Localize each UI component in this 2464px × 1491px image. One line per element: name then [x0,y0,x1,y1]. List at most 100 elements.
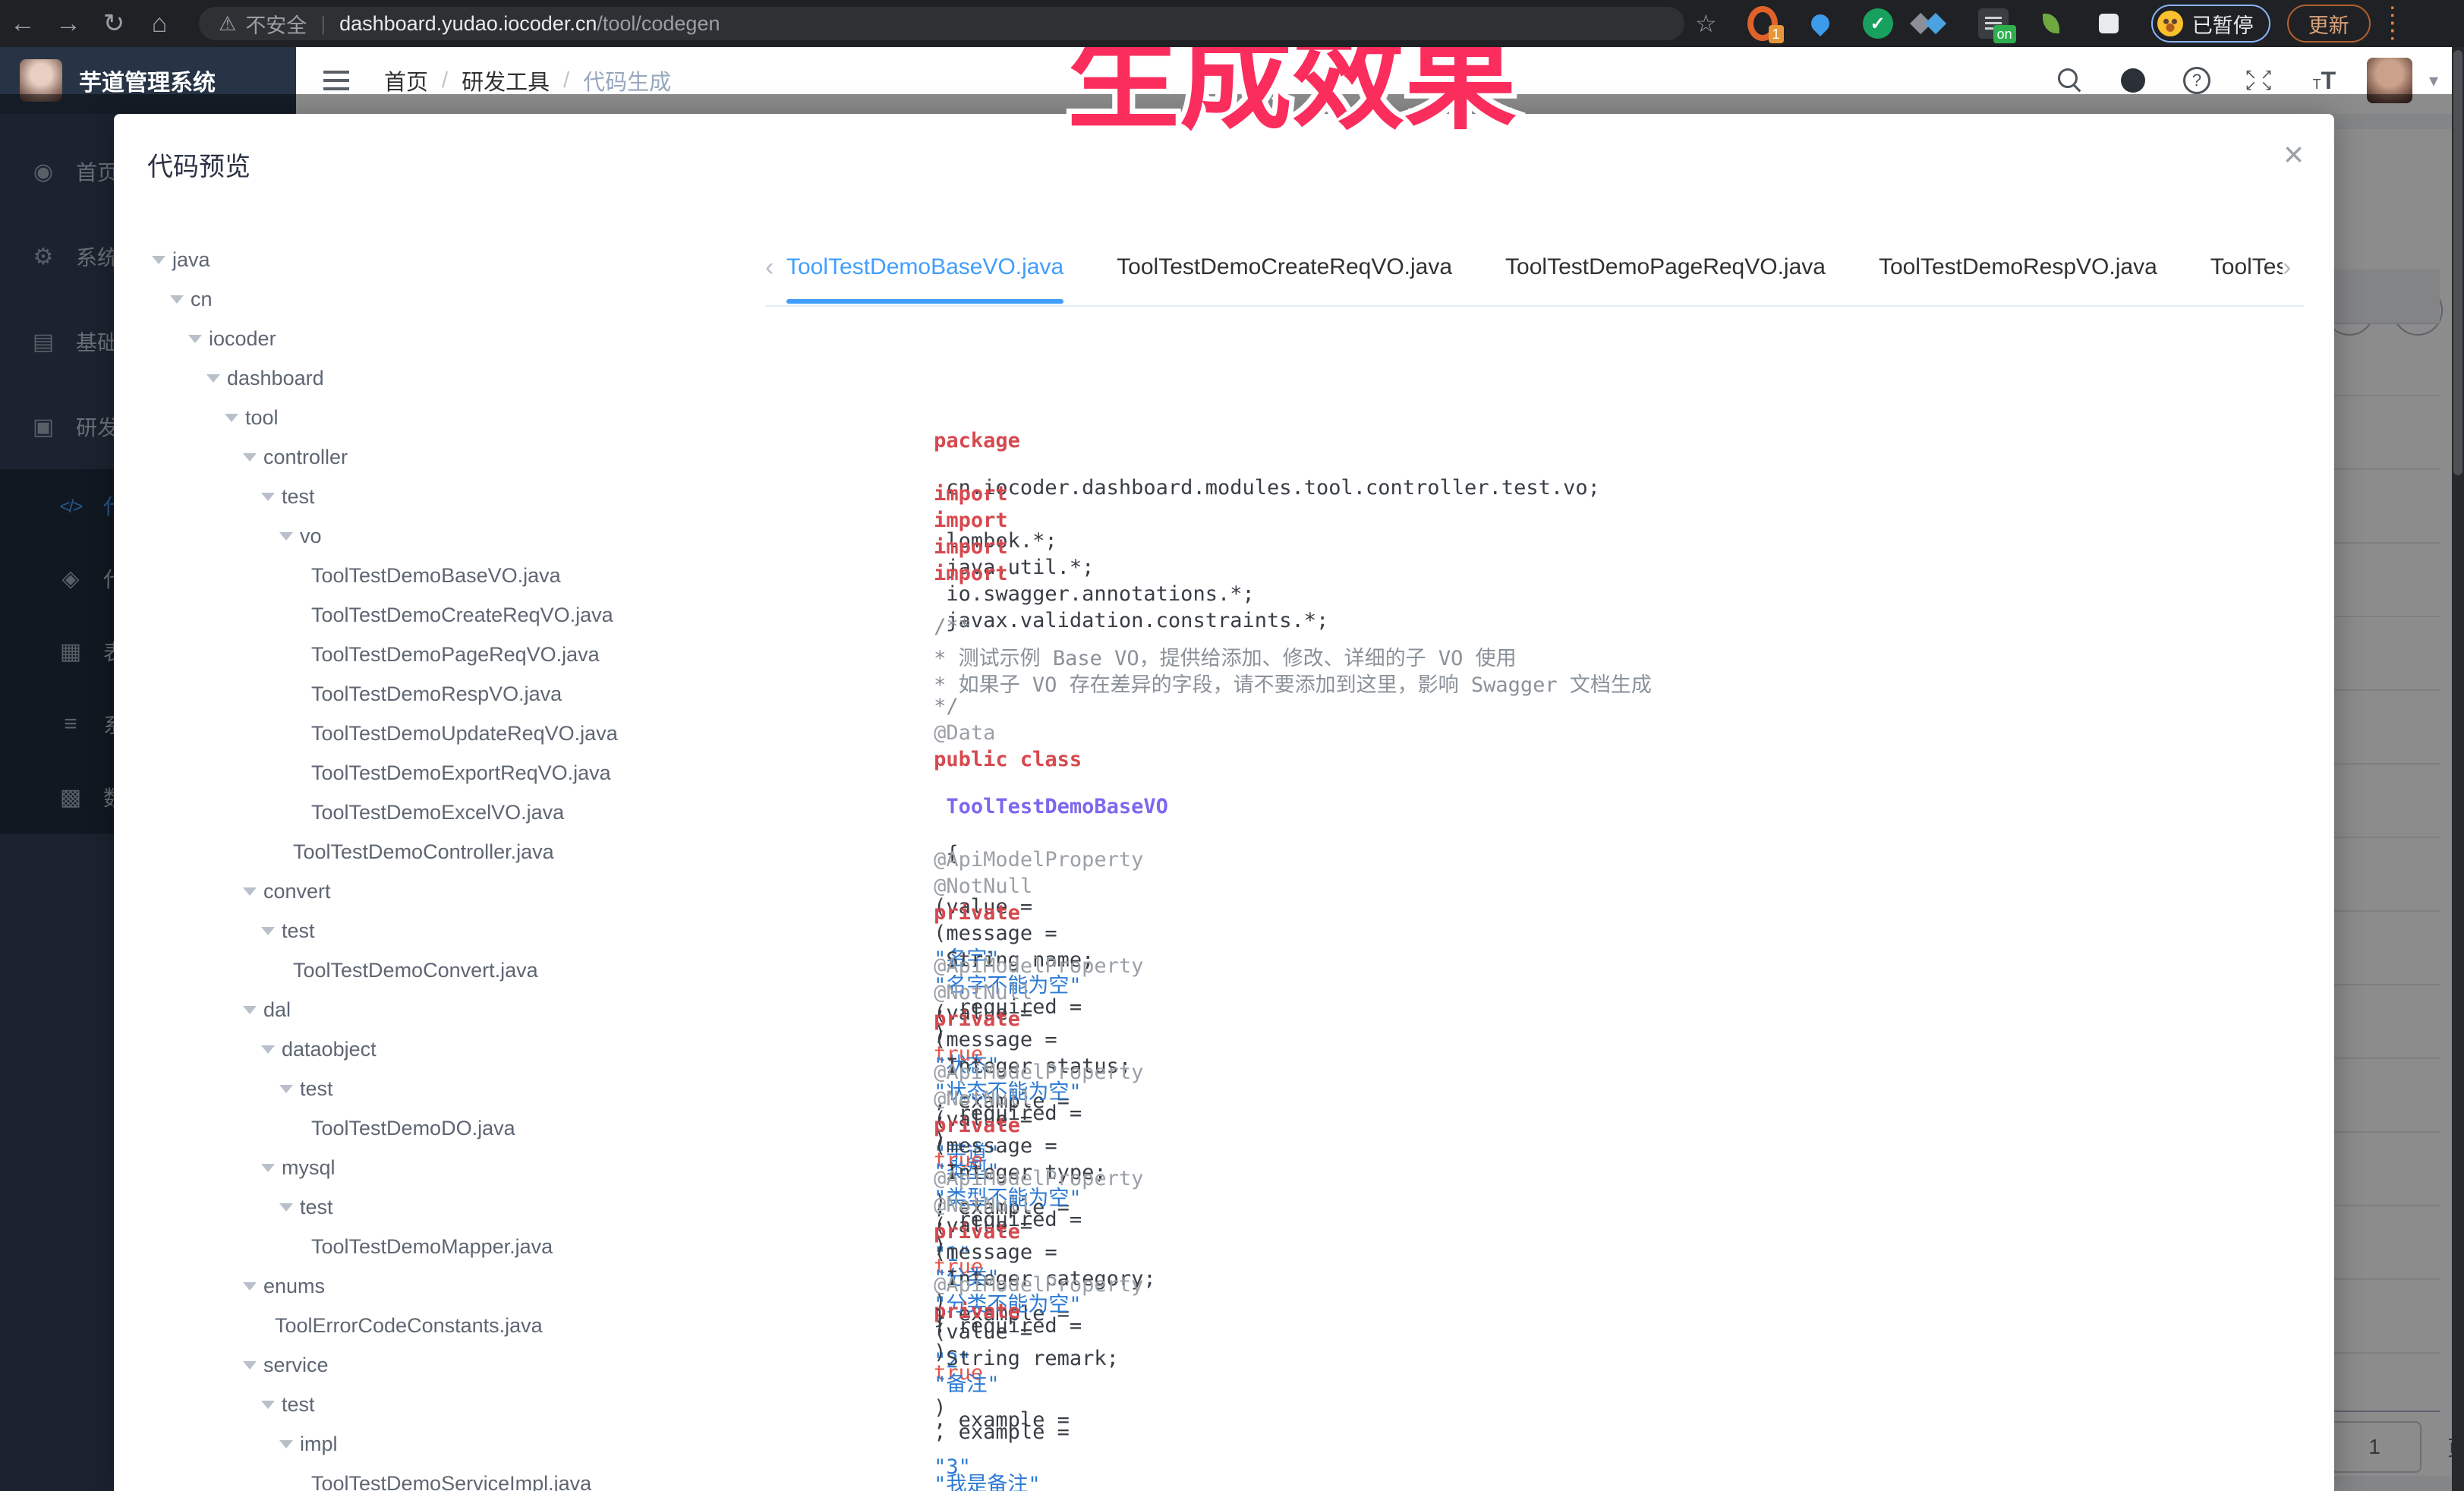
tree-item[interactable]: cn [146,279,768,319]
tree-item[interactable]: ToolTestDemoConvert.java [146,950,768,990]
code-token: package [934,429,1020,452]
tree-item[interactable]: test [146,1187,768,1227]
code-token: import [934,482,1008,506]
tree-item[interactable]: controller [146,437,768,477]
code-tab-label: ToolTestDemoCreateReqVO.java [1117,254,1452,279]
profile-paused-badge[interactable]: 已暂停 [2151,5,2270,43]
code-token: import [934,509,1008,532]
github-icon[interactable] [2118,65,2148,96]
back-icon[interactable]: ← [0,9,46,39]
code-tab[interactable]: ToolTestDemoPageReqVO.java [1505,249,1826,304]
tree-item[interactable]: impl [146,1424,768,1464]
tree-item[interactable]: ToolTestDemoBaseVO.java [146,556,768,595]
tree-item[interactable]: test [146,477,768,516]
tree-item[interactable]: java [146,240,768,279]
tree-item[interactable]: ToolTestDemoController.java [146,832,768,872]
tree-item[interactable]: ToolTestDemoExcelVO.java [146,793,768,832]
tree-item[interactable]: test [146,1069,768,1108]
tabs-next-icon[interactable] [2283,249,2304,285]
bookmark-star-icon[interactable]: ☆ [1695,9,1717,38]
caret-down-icon [243,1006,257,1014]
caret-down-icon [279,1203,293,1212]
tree-item[interactable]: dal [146,990,768,1029]
tree-item[interactable]: test [146,1385,768,1424]
browser-update-button[interactable]: 更新 [2287,5,2371,43]
tree-item[interactable]: ToolTestDemoCreateReqVO.java [146,595,768,635]
help-icon[interactable] [2182,65,2212,96]
address-bar[interactable]: ⚠ 不安全 | dashboard.yudao.iocoder.cn /tool… [199,7,1684,40]
code-token: javax.validation.constraints.*; [934,609,1328,632]
code-view[interactable]: package cn.iocoder.dashboard.modules.too… [786,358,2311,1491]
tree-item[interactable]: test [146,911,768,950]
browser-menu-icon[interactable]: ⋮⋮⋮ [2381,12,2404,35]
code-tab[interactable]: ToolTestDemoCreateReqVO.java [1117,249,1452,304]
tree-item-label: test [300,1196,333,1219]
reload-icon[interactable]: ↻ [91,8,137,39]
browser-scrollbar[interactable] [2452,47,2464,1491]
tree-item[interactable]: vo [146,516,768,556]
tabs-prev-icon[interactable] [765,249,786,285]
extension-badge: 1 [1769,25,1784,43]
tree-item[interactable]: enums [146,1266,768,1306]
code-tab[interactable]: ToolTestDemoUpdateReqVO.java [2210,249,2283,304]
code-tab[interactable]: ToolTestDemoBaseVO.java [786,249,1063,304]
font-size-icon[interactable] [2309,65,2340,96]
app-title: 芋道管理系统 [79,64,216,97]
tree-item[interactable]: dashboard [146,358,768,398]
extension-icon-5[interactable]: on [1978,8,2009,39]
tree-item[interactable]: iocoder [146,319,768,358]
tree-item-label: impl [300,1433,338,1456]
code-token [934,801,983,824]
code-tabs: ToolTestDemoBaseVO.java ToolTestDemoCrea… [786,249,2283,305]
tree-item[interactable]: tool [146,398,768,437]
tree-item-label: test [282,485,315,509]
tree-item[interactable]: ToolTestDemoExportReqVO.java [146,753,768,793]
caret-down-icon [243,453,257,462]
tree-item[interactable]: service [146,1345,768,1385]
scrollbar-thumb[interactable] [2453,50,2462,475]
forward-icon[interactable]: → [46,9,91,39]
tree-item[interactable]: mysql [146,1148,768,1187]
extension-icon-7[interactable] [2094,8,2124,39]
code-token [934,854,983,878]
tree-item[interactable]: convert [146,872,768,911]
fullscreen-icon[interactable] [2245,65,2276,96]
tree-item-label: test [282,919,315,943]
extension-icon-4[interactable] [1920,8,1951,39]
caret-down-icon [225,414,238,422]
breadcrumb-devtools[interactable]: 研发工具 [462,65,550,96]
home-icon[interactable]: ⌂ [137,9,182,39]
breadcrumb: 首页 / 研发工具 / 代码生成 [384,65,671,96]
tree-item[interactable]: ToolTestDemoServiceImpl.java [146,1464,768,1491]
code-tab-label: ToolTestDemoBaseVO.java [786,254,1063,279]
tree-item[interactable]: ToolTestDemoDO.java [146,1108,768,1148]
code-token [934,1173,983,1196]
breadcrumb-home[interactable]: 首页 [384,65,428,96]
caret-down-icon [261,927,275,935]
not-secure-icon[interactable]: ⚠ [219,12,236,36]
breadcrumb-current: 代码生成 [583,65,671,96]
extension-icon-3[interactable] [1863,8,1893,39]
extension-icon-1[interactable]: 1 [1747,8,1778,39]
hamburger-icon[interactable] [323,71,349,90]
tree-item[interactable]: dataobject [146,1029,768,1069]
dialog-title: 代码预览 [147,146,250,183]
code-tab-label: ToolTestDemoPageReqVO.java [1505,254,1826,279]
browser-toolbar: ← → ↻ ⌂ ⚠ 不安全 | dashboard.yudao.iocoder.… [0,0,2464,47]
extension-icon-2[interactable] [1805,8,1835,39]
code-tab[interactable]: ToolTestDemoRespVO.java [1879,249,2157,304]
tree-item-label: dataobject [282,1038,377,1061]
tree-item[interactable]: ToolTestDemoRespVO.java [146,674,768,714]
close-icon[interactable] [2283,137,2304,172]
code-token [934,1120,983,1143]
code-token [934,827,983,851]
url-separator: | [320,12,326,36]
tree-item-label: java [172,248,210,272]
tree-item[interactable]: ToolErrorCodeConstants.java [146,1306,768,1345]
tree-item[interactable]: ToolTestDemoMapper.java [146,1227,768,1266]
chevron-down-icon[interactable]: ▾ [2429,70,2438,92]
tree-item[interactable]: ToolTestDemoPageReqVO.java [146,635,768,674]
extension-icon-6[interactable] [2036,8,2066,39]
tree-item[interactable]: ToolTestDemoUpdateReqVO.java [146,714,768,753]
search-icon[interactable] [2054,65,2084,96]
